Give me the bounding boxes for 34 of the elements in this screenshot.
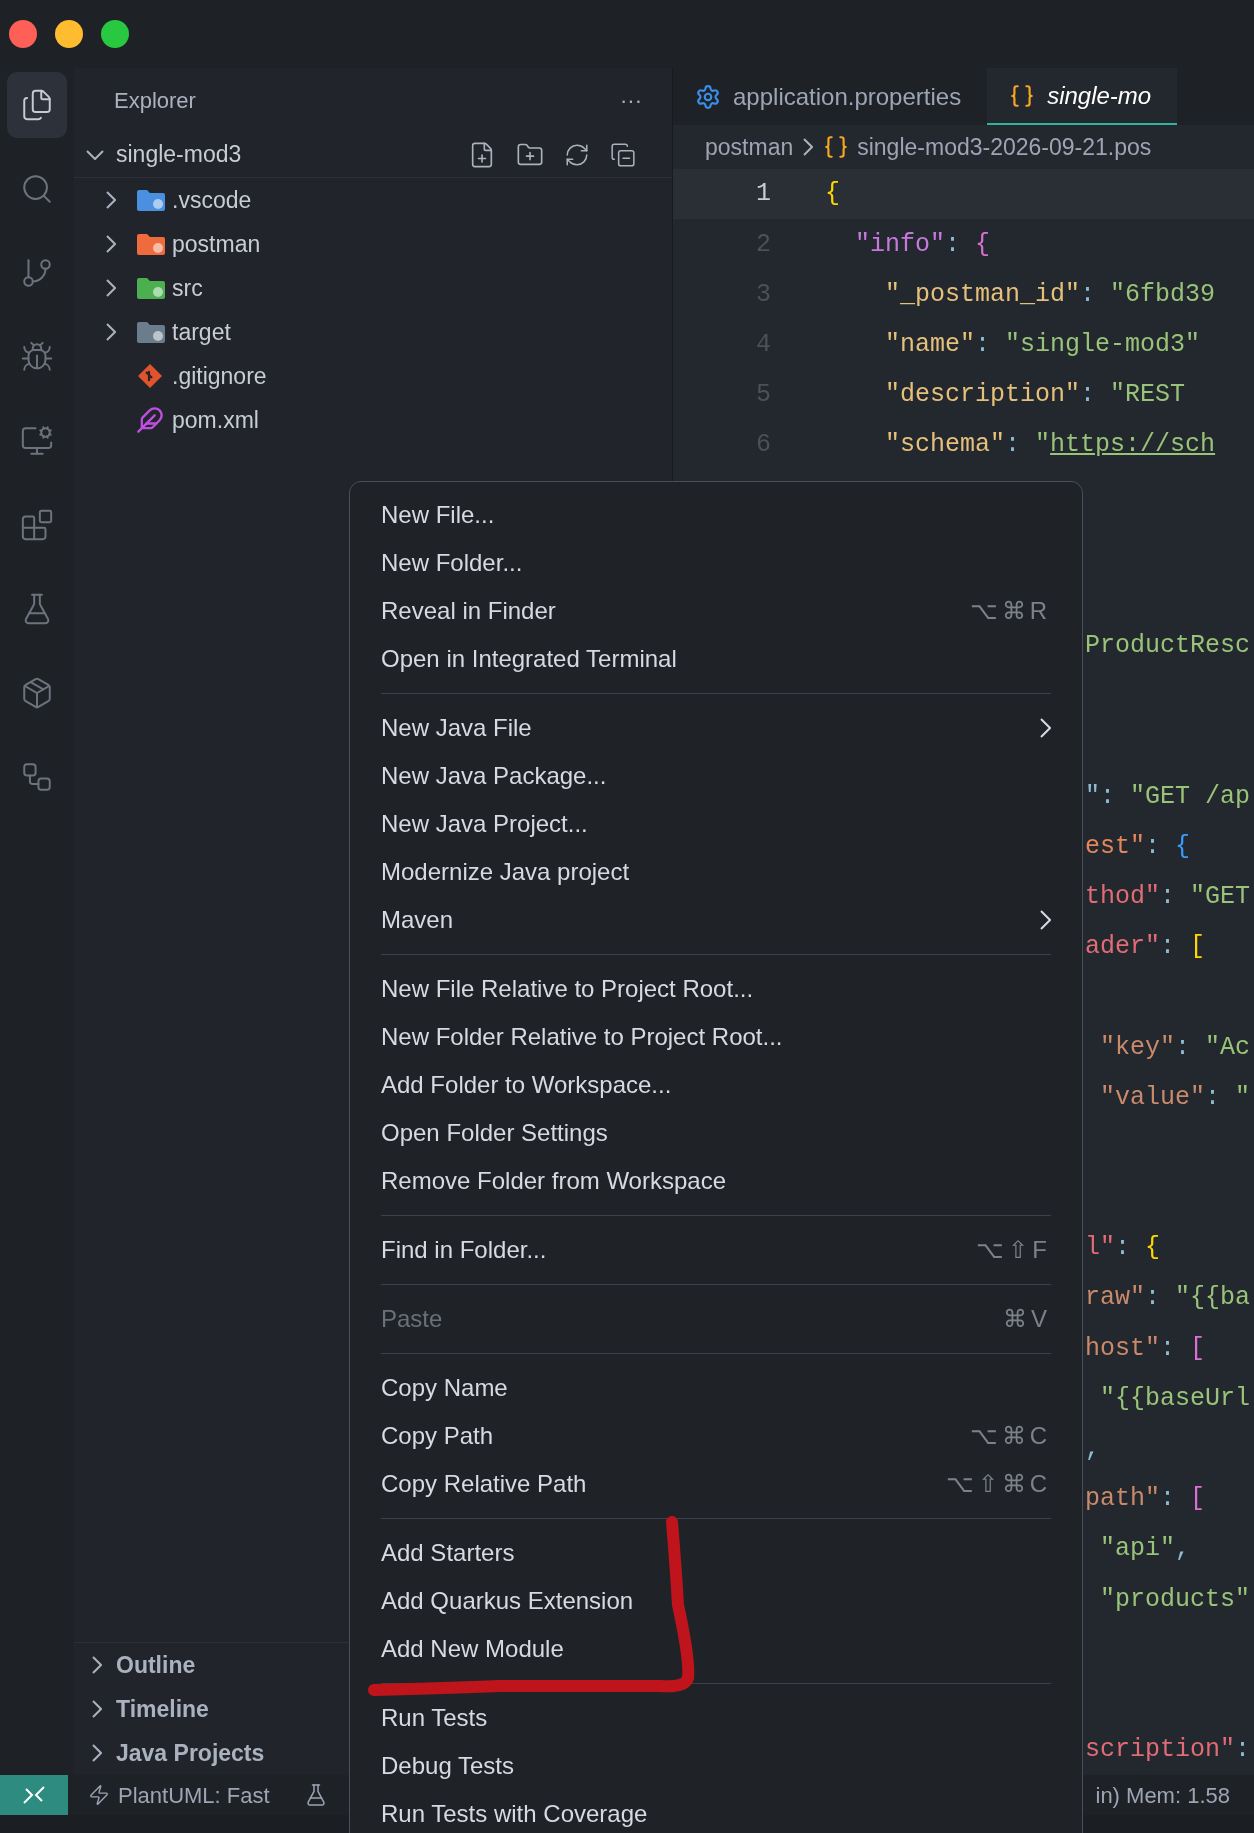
code-line: ,: [1085, 1433, 1100, 1466]
item-label: target: [172, 317, 231, 347]
item-label: .vscode: [172, 185, 252, 215]
code-line: raw": "{{ba: [1085, 1282, 1251, 1315]
code-line: host": [: [1085, 1332, 1206, 1365]
code-line: "_postman_id": "6fbd39: [884, 278, 1216, 311]
folder-name: single-mod3: [116, 140, 242, 170]
code-line: path": [: [1085, 1483, 1206, 1516]
code-line: ader": [: [1085, 931, 1206, 964]
section-label: Outline: [116, 1650, 196, 1680]
section-label: Timeline: [116, 1694, 209, 1724]
code-line: ProductResc: [1085, 630, 1251, 663]
code-line: "{{baseUrl: [1099, 1382, 1251, 1415]
sidebar-title: Explorer: [114, 86, 196, 115]
item-label: src: [172, 273, 203, 303]
code-line: "name": "single-mod3": [884, 328, 1201, 361]
code-line: thod": "GET: [1085, 880, 1251, 913]
code-line: "description": "REST: [884, 379, 1186, 412]
code-line: "products": [1099, 1583, 1251, 1616]
code-line: scription":: [1085, 1734, 1251, 1767]
code-line: l": {: [1085, 1232, 1161, 1265]
code-line: "api",: [1099, 1533, 1191, 1566]
item-label: .gitignore: [172, 361, 267, 391]
code-line: {: [825, 178, 840, 211]
code-line: "key": "Ac: [1099, 1031, 1251, 1064]
code-line: ": "GET /ap: [1085, 780, 1251, 813]
section-label: Java Projects: [116, 1738, 265, 1768]
line-number: 1: [755, 178, 771, 211]
item-label: postman: [172, 229, 261, 259]
code-line: "schema": "https://sch: [884, 429, 1216, 462]
code-line: "value": ": [1099, 1081, 1251, 1114]
item-label: pom.xml: [172, 405, 259, 435]
code-line: "info": {: [854, 228, 991, 261]
code-line: est": {: [1085, 830, 1191, 863]
